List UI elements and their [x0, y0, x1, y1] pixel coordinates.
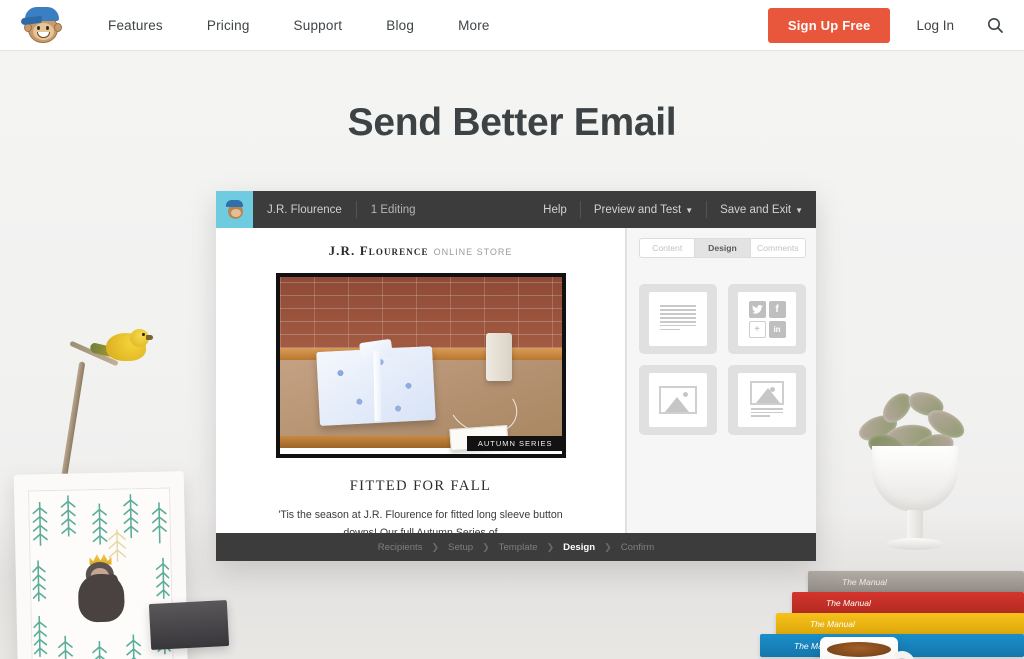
editing-status: 1 Editing	[370, 203, 416, 216]
email-brand-subtitle: ONLINE STORE	[433, 247, 513, 257]
espresso-cup	[820, 637, 915, 659]
social-block-tile[interactable]: f + in	[728, 284, 806, 354]
linkedin-icon: in	[768, 320, 786, 338]
text-block-tile[interactable]	[639, 284, 717, 354]
editor-toolbar: J.R. Flourence 1 Editing Help Preview an…	[216, 191, 816, 228]
mailchimp-freddie-logo-icon	[20, 4, 65, 46]
sign-up-free-button[interactable]: Sign Up Free	[767, 7, 891, 43]
preview-and-test-label: Preview and Test	[593, 203, 682, 216]
editor-logo[interactable]	[216, 191, 253, 228]
email-headline: FITTED FOR FALL	[349, 478, 492, 494]
campaign-name: J.R. Flourence	[267, 203, 342, 216]
branch	[60, 361, 86, 481]
email-brand: J.R. Flourence	[328, 243, 429, 258]
facebook-icon: f	[768, 300, 786, 318]
campaign-editor-window: J.R. Flourence 1 Editing Help Preview an…	[216, 191, 816, 561]
caret-down-icon: ▼	[685, 205, 694, 215]
wizard-step-template[interactable]: Template	[490, 542, 547, 553]
wizard-step-design[interactable]: Design	[554, 542, 604, 553]
wizard-step-confirm[interactable]: Confirm	[612, 542, 664, 553]
nav-link-support[interactable]: Support	[272, 18, 365, 33]
preview-and-test-menu[interactable]: Preview and Test ▼	[581, 204, 706, 216]
chevron-right-icon: ❯	[482, 541, 490, 552]
page-title: Send Better Email	[347, 101, 677, 144]
image-caption-icon	[750, 381, 784, 419]
text-lines-icon	[660, 305, 696, 332]
primary-nav-links: Features Pricing Support Blog More	[86, 18, 512, 33]
campaign-wizard-breadcrumb: Recipients ❯ Setup ❯ Template ❯ Design ❯…	[216, 533, 816, 561]
wizard-step-recipients[interactable]: Recipients	[369, 542, 432, 553]
save-and-exit-label: Save and Exit	[720, 203, 792, 216]
chevron-right-icon: ❯	[431, 541, 440, 552]
book-gray: The Manual	[808, 571, 1024, 593]
dark-books-stack	[148, 599, 230, 651]
image-icon	[659, 386, 697, 414]
email-header: J.R. Flourence ONLINE STORE	[216, 228, 625, 268]
save-and-exit-menu[interactable]: Save and Exit ▼	[707, 204, 816, 216]
image-caption-block-tile[interactable]	[728, 365, 806, 435]
nav-link-more[interactable]: More	[436, 18, 512, 33]
hero-product-photo[interactable]: AUTUMN SERIES	[275, 273, 566, 458]
autumn-series-label: AUTUMN SERIES	[466, 436, 562, 451]
twitter-icon	[748, 300, 766, 318]
tab-comments[interactable]: Comments	[751, 239, 805, 257]
image-block-tile[interactable]	[639, 365, 717, 435]
search-icon[interactable]	[980, 17, 1010, 33]
milk-glass-compote	[872, 446, 958, 512]
chevron-right-icon: ❯	[546, 541, 555, 552]
tab-design[interactable]: Design	[695, 239, 751, 257]
nav-link-blog[interactable]: Blog	[364, 18, 436, 33]
nav-link-pricing[interactable]: Pricing	[185, 18, 272, 33]
book-yellow: The Manual	[776, 613, 1024, 635]
nav-link-features[interactable]: Features	[86, 18, 185, 33]
help-button[interactable]: Help	[530, 204, 580, 216]
design-panel: Content Design Comments f + in	[626, 228, 816, 533]
panel-tabs: Content Design Comments	[639, 238, 806, 258]
chevron-right-icon: ❯	[604, 541, 612, 552]
mailchimp-freddie-icon	[224, 199, 246, 221]
tab-content[interactable]: Content	[640, 239, 696, 257]
yellow-bird	[89, 329, 153, 369]
email-preview-pane[interactable]: J.R. Flourence ONLINE STORE AUTUMN SERIES…	[216, 228, 626, 533]
editor-body: J.R. Flourence ONLINE STORE AUTUMN SERIES…	[216, 228, 816, 533]
social-share-icon: f + in	[748, 300, 786, 338]
log-in-link[interactable]: Log In	[890, 18, 980, 33]
toolbar-actions: Help Preview and Test ▼ Save and Exit ▼	[530, 201, 816, 218]
wizard-step-setup[interactable]: Setup	[439, 542, 482, 553]
folded-shirt	[315, 346, 436, 426]
book-red: The Manual	[792, 592, 1024, 614]
add-icon: +	[748, 320, 766, 338]
site-logo[interactable]	[0, 4, 86, 46]
twine-spool	[485, 333, 512, 381]
email-body-text: 'Tis the season at J.R. Flourence for fi…	[278, 509, 563, 533]
caret-down-icon: ▼	[795, 205, 803, 215]
brick-wall	[279, 277, 562, 348]
top-navigation-bar: Features Pricing Support Blog More Sign …	[0, 0, 1024, 51]
monkey-illustration	[69, 549, 133, 626]
nav-actions: Sign Up Free Log In	[767, 7, 1024, 43]
content-blocks-grid: f + in	[639, 284, 806, 435]
